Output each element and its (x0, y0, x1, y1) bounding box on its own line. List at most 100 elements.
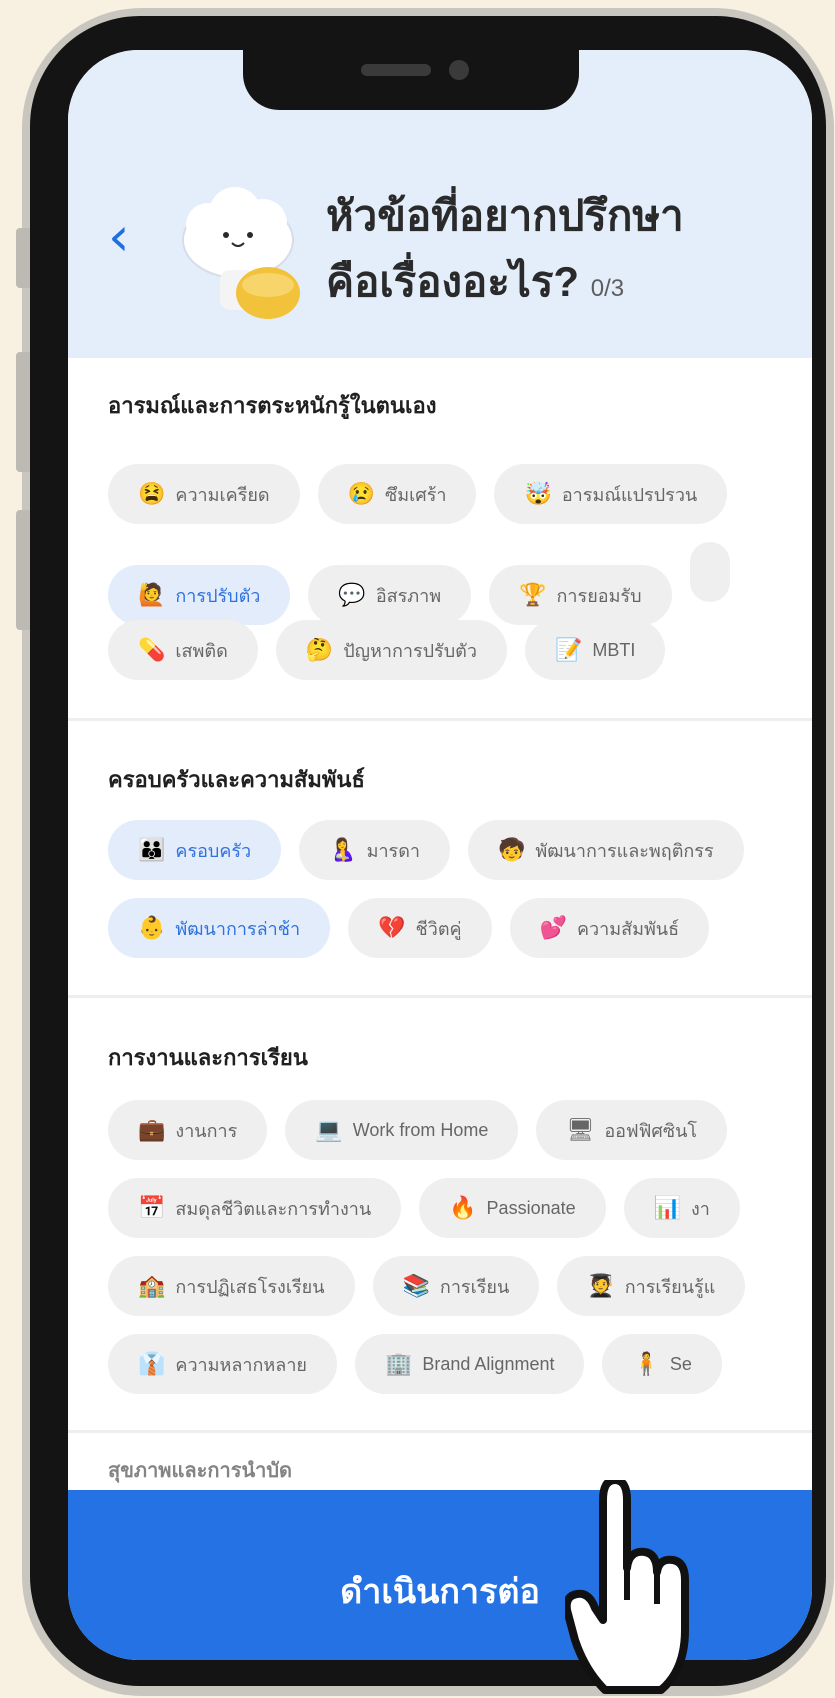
fire-icon: 🔥 (449, 1195, 477, 1220)
chip-label: พัฒนาการและพฤติกรร (535, 840, 714, 861)
topic-chip-adjustment[interactable]: 🙋 การปรับตัว (108, 565, 291, 625)
topic-chip-relationship[interactable]: 💕 ความสัมพันธ์ (509, 898, 710, 958)
topic-chip-marriage[interactable]: 💔 ชีวิตคู่ (348, 898, 492, 958)
memo-icon: 📝 (554, 637, 583, 662)
trophy-icon: 🏆 (519, 582, 547, 607)
chip-label: ออฟฟิศซินโ (604, 1120, 698, 1141)
thinking-face-icon: 🤔 (305, 637, 334, 662)
chip-row: 👶 พัฒนาการล่าช้า 💔 ชีวิตคู่ 💕 ความสัมพันธ์ (108, 898, 727, 958)
chip-row: 💼 งานการ 💻 Work from Home 🖥 ออฟฟิศซินโ (108, 1100, 745, 1160)
chip-label: การปรับตัว (175, 585, 261, 606)
topic-chip-adjustment-problems[interactable]: 🤔 ปัญหาการปรับตัว (275, 620, 507, 680)
chip-row: 👪 ครอบครัว 🤱 มารดา 🧒 พัฒนาการและพฤติกรร (108, 820, 762, 880)
chip-label: ความหลากหลาย (175, 1354, 307, 1375)
child-development-icon: 🧒 (498, 837, 526, 862)
section-title-emotions: อารมณ์และการตระหนักรู้ในตนเอง (108, 393, 437, 418)
topic-chip-school-refusal[interactable]: 🏫 การปฏิเสธโรงเรียน (108, 1256, 355, 1316)
topic-chip-family[interactable]: 👪 ครอบครัว (108, 820, 282, 880)
speaker-grille (361, 64, 431, 76)
topic-chip-depression[interactable]: 😢 ซึมเศร้า (317, 464, 477, 524)
topic-chip-brand-alignment[interactable]: 🏢 Brand Alignment (354, 1334, 585, 1394)
chip-label: ความเครียด (175, 484, 270, 505)
phone-notch (243, 50, 579, 110)
tired-face-icon: 😫 (138, 481, 166, 506)
title-line-1: หัวข้อที่อยากปรึกษา (326, 192, 684, 239)
continue-button[interactable]: ดำเนินการต่อ (68, 1490, 812, 1660)
topic-chip-mood-swings[interactable]: 🤯 อารมณ์แปรปรวน (494, 464, 728, 524)
back-chevron-icon[interactable]: ‹ (108, 210, 130, 264)
calendar-icon: 📅 (138, 1195, 166, 1220)
chip-row: 🙋 การปรับตัว 💬 อิสรภาพ 🏆 การยอมรับ (108, 542, 748, 625)
office-building-icon: 🏢 (384, 1351, 413, 1376)
section-title-family: ครอบครัวและความสัมพันธ์ (108, 767, 365, 792)
app-screen: ‹ หัวข้อที่อยากปรึกษา คือเรื่องอะไร? 0/3… (68, 50, 812, 1660)
section-title-health-partial: สุขภาพและการนำบัด (108, 1460, 293, 1482)
chip-label: Se (669, 1353, 692, 1374)
topic-chip-passionate[interactable]: 🔥 Passionate (419, 1178, 606, 1238)
chip-label: เสพติด (175, 640, 228, 661)
chip-row: 👔 ความหลากหลาย 🏢 Brand Alignment 🧍 Se (108, 1334, 740, 1394)
topic-chip-learning[interactable]: 🧑‍🎓 การเรียนรู้แ (557, 1256, 746, 1316)
chip-label: อารมณ์แปรปรวน (561, 484, 698, 505)
topic-chip-partial[interactable] (689, 542, 730, 602)
chip-label: งานการ (175, 1120, 238, 1141)
topic-chip-office-syndrome[interactable]: 🖥 ออฟฟิศซินโ (536, 1100, 728, 1160)
chip-row: 🏫 การปฏิเสธโรงเรียน 📚 การเรียน 🧑‍🎓 การเรียนรู… (108, 1256, 763, 1316)
pill-icon: 💊 (138, 637, 166, 662)
chip-row: 📅 สมดุลชีวิตและการทำงาน 🔥 Passionate 📊 งา (108, 1178, 758, 1238)
chip-label: สมดุลชีวิตและการทำงาน (175, 1198, 372, 1219)
page-title: หัวข้อที่อยากปรึกษา คือเรื่องอะไร? 0/3 (326, 183, 684, 322)
chip-label: Passionate (486, 1197, 576, 1218)
section-divider (68, 718, 812, 721)
briefcase-icon: 💼 (138, 1117, 166, 1142)
chip-label: Work from Home (352, 1119, 489, 1140)
chip-label: ซึมเศร้า (385, 484, 447, 505)
section-title-work-study: การงานและการเรียน (108, 1045, 308, 1070)
topic-chip-child-development[interactable]: 🧒 พัฒนาการและพฤติกรร (468, 820, 744, 880)
topic-chip-stress[interactable]: 😫 ความเครียด (108, 464, 300, 524)
mother-icon: 🤱 (329, 837, 357, 862)
section-divider (68, 995, 812, 998)
topic-chip-work-from-home[interactable]: 💻 Work from Home (285, 1100, 519, 1160)
chip-label: การเรียน (439, 1276, 510, 1297)
chip-label: ครอบครัว (175, 840, 252, 861)
bar-chart-icon: 📊 (653, 1195, 682, 1220)
speech-bubble-icon: 💬 (338, 582, 366, 607)
topic-chip-partial[interactable]: 🧍 Se (602, 1334, 722, 1394)
topic-chip-addiction[interactable]: 💊 เสพติด (108, 620, 258, 680)
person-standing-icon: 🧍 (632, 1351, 660, 1376)
topic-chip-diversity[interactable]: 👔 ความหลากหลาย (108, 1334, 337, 1394)
front-camera (449, 60, 469, 80)
two-hearts-icon: 💕 (539, 915, 567, 940)
chip-label: มารดา (366, 840, 421, 861)
chip-label: ปัญหาการปรับตัว (343, 640, 477, 661)
chip-label: ความสัมพันธ์ (576, 918, 680, 939)
chip-label: อิสรภาพ (375, 585, 442, 606)
broken-heart-icon: 💔 (378, 915, 406, 940)
crying-face-icon: 😢 (347, 481, 376, 506)
chip-label: ชีวิตคู่ (415, 918, 462, 939)
topic-chip-mother[interactable]: 🤱 มารดา (299, 820, 451, 880)
topic-chip-study[interactable]: 📚 การเรียน (372, 1256, 540, 1316)
topic-chip-work[interactable]: 💼 งานการ (108, 1100, 268, 1160)
tie-icon: 👔 (138, 1351, 166, 1376)
chip-label: พัฒนาการล่าช้า (175, 918, 301, 939)
person-raising-hand-icon: 🙋 (138, 582, 166, 607)
exploding-head-icon: 🤯 (524, 481, 552, 506)
chip-row: 💊 เสพติด 🤔 ปัญหาการปรับตัว 📝 MBTI (108, 620, 683, 680)
topic-chip-partial[interactable]: 📊 งา (623, 1178, 740, 1238)
topic-chip-developmental-delay[interactable]: 👶 พัฒนาการล่าช้า (108, 898, 331, 958)
pointing-hand-icon (565, 1480, 689, 1694)
topic-chip-freedom[interactable]: 💬 อิสรภาพ (308, 565, 472, 625)
books-icon: 📚 (402, 1273, 430, 1298)
chip-label: การยอมรับ (556, 585, 642, 606)
cloud-mascot-icon (182, 187, 300, 319)
topic-chip-acceptance[interactable]: 🏆 การยอมรับ (489, 565, 672, 625)
selection-counter: 0/3 (590, 275, 625, 302)
chip-label: งา (691, 1198, 710, 1219)
topic-chip-work-life-balance[interactable]: 📅 สมดุลชีวิตและการทำงาน (108, 1178, 402, 1238)
continue-button-label: ดำเนินการต่อ (340, 1573, 540, 1611)
title-line-2: คือเรื่องอะไร? (326, 258, 580, 305)
desktop-icon: 🖥 (566, 1117, 595, 1142)
topic-chip-mbti[interactable]: 📝 MBTI (524, 620, 666, 680)
